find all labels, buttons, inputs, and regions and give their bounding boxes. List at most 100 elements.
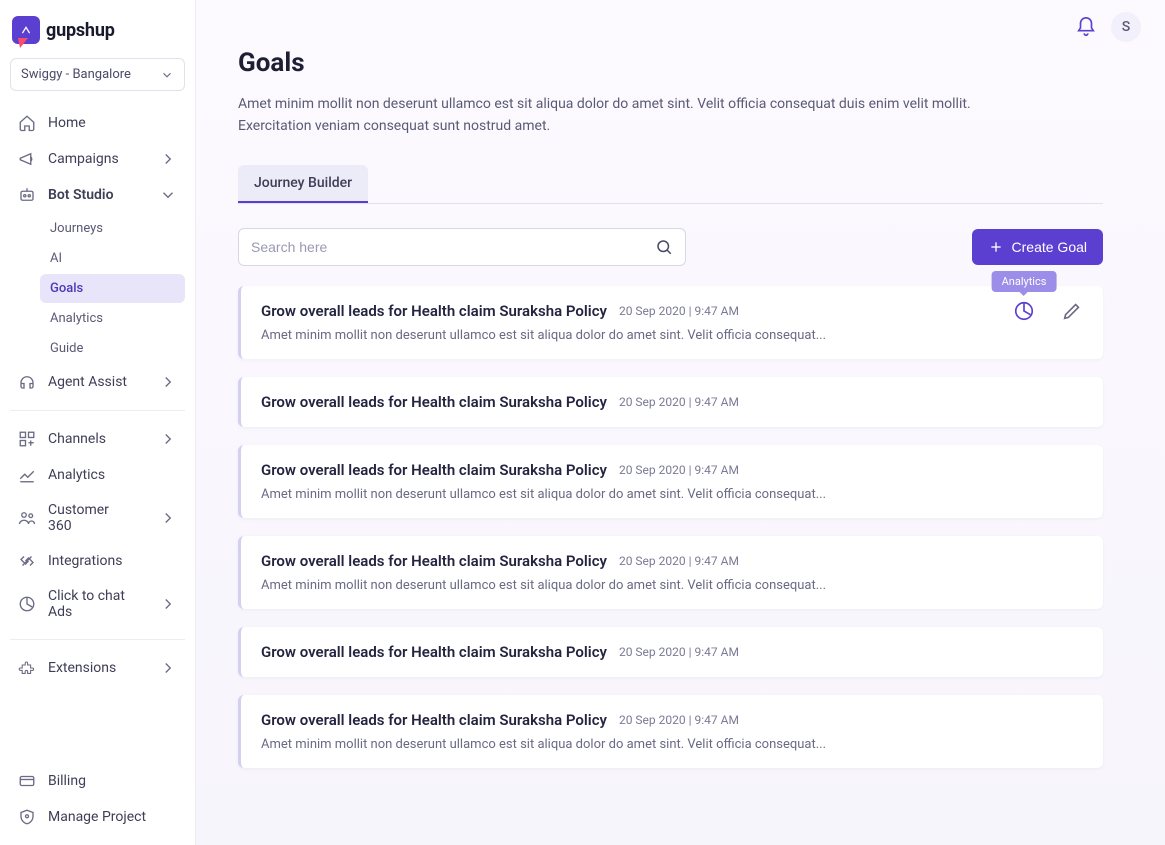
tabs: Journey Builder	[238, 165, 1103, 204]
chart-line-icon	[18, 466, 36, 484]
headset-icon	[18, 373, 36, 391]
goal-card[interactable]: Grow overall leads for Health claim Sura…	[238, 536, 1103, 609]
grid-icon	[18, 430, 36, 448]
goal-description: Amet minim mollit non deserunt ullamco e…	[261, 578, 1083, 593]
chevron-down-icon	[159, 186, 177, 204]
sidebar-item-integrations[interactable]: Integrations	[10, 543, 185, 579]
goal-analytics-button[interactable]: Analytics	[1013, 300, 1035, 322]
sidebar-item-label: Agent Assist	[48, 374, 127, 390]
search-box[interactable]	[238, 228, 686, 266]
sidebar-item-label: Home	[48, 115, 86, 131]
page-title: Goals	[238, 48, 1103, 78]
goal-edit-button[interactable]	[1061, 300, 1083, 322]
goal-timestamp: 20 Sep 2020 | 9:47 AM	[619, 554, 739, 568]
analytics-tooltip: Analytics	[992, 271, 1057, 292]
goal-timestamp: 20 Sep 2020 | 9:47 AM	[619, 304, 739, 318]
goal-timestamp: 20 Sep 2020 | 9:47 AM	[619, 645, 739, 659]
sidebar-item-label: Channels	[48, 431, 106, 447]
org-selector-label: Swiggy - Bangalore	[21, 67, 131, 82]
sidebar: gupshup Swiggy - Bangalore Home Campaign…	[0, 0, 196, 845]
sidebar-item-label: Billing	[48, 773, 86, 789]
goal-card-actions: Analytics	[1013, 300, 1083, 322]
bot-studio-sublist: Journeys AI Goals Analytics Guide	[10, 214, 185, 363]
goal-title: Grow overall leads for Health claim Sura…	[261, 302, 607, 320]
plug-icon	[18, 552, 36, 570]
main-content: S Goals Amet minim mollit non deserunt u…	[196, 0, 1165, 845]
goal-card[interactable]: Grow overall leads for Health claim Sura…	[238, 286, 1103, 359]
sidebar-item-label: Extensions	[48, 660, 116, 676]
goal-timestamp: 20 Sep 2020 | 9:47 AM	[619, 713, 739, 727]
sidebar-item-label: Bot Studio	[48, 187, 114, 203]
sidebar-item-billing[interactable]: Billing	[10, 763, 185, 799]
goal-card[interactable]: Grow overall leads for Health claim Sura…	[238, 377, 1103, 427]
chevron-right-icon	[159, 659, 177, 677]
topbar: S	[1075, 12, 1141, 42]
bot-icon	[18, 186, 36, 204]
goal-title: Grow overall leads for Health claim Sura…	[261, 461, 607, 479]
sidebar-item-manage-project[interactable]: Manage Project	[10, 799, 185, 835]
goal-description: Amet minim mollit non deserunt ullamco e…	[261, 328, 1083, 343]
sidebar-sub-analytics[interactable]: Analytics	[40, 304, 185, 333]
sidebar-sub-journeys[interactable]: Journeys	[40, 214, 185, 243]
user-avatar[interactable]: S	[1111, 12, 1141, 42]
sidebar-item-campaigns[interactable]: Campaigns	[10, 141, 185, 177]
brand-name: gupshup	[46, 20, 115, 41]
pie-icon	[18, 595, 36, 613]
chevron-right-icon	[159, 509, 177, 527]
create-goal-label: Create Goal	[1012, 239, 1087, 255]
search-input[interactable]	[251, 239, 655, 255]
sidebar-item-agent-assist[interactable]: Agent Assist	[10, 364, 185, 400]
users-icon	[18, 509, 36, 527]
brand-mark-icon	[12, 16, 40, 44]
brand-logo: gupshup	[0, 10, 195, 58]
tab-journey-builder[interactable]: Journey Builder	[238, 165, 368, 203]
sidebar-sub-ai[interactable]: AI	[40, 244, 185, 273]
sidebar-sub-goals[interactable]: Goals	[40, 274, 185, 303]
sidebar-item-home[interactable]: Home	[10, 105, 185, 141]
goal-timestamp: 20 Sep 2020 | 9:47 AM	[619, 463, 739, 477]
sidebar-item-label: Manage Project	[48, 809, 146, 825]
card-icon	[18, 772, 36, 790]
home-icon	[18, 114, 36, 132]
sidebar-item-label: Customer 360	[48, 502, 135, 534]
chevron-right-icon	[159, 373, 177, 391]
goal-card[interactable]: Grow overall leads for Health claim Sura…	[238, 627, 1103, 677]
goal-card[interactable]: Grow overall leads for Health claim Sura…	[238, 695, 1103, 768]
sidebar-item-label: Campaigns	[48, 151, 119, 167]
sidebar-item-customer360[interactable]: Customer 360	[10, 493, 185, 543]
sidebar-sub-guide[interactable]: Guide	[40, 334, 185, 363]
goal-timestamp: 20 Sep 2020 | 9:47 AM	[619, 395, 739, 409]
sidebar-item-channels[interactable]: Channels	[10, 421, 185, 457]
goal-title: Grow overall leads for Health claim Sura…	[261, 643, 607, 661]
megaphone-icon	[18, 150, 36, 168]
sidebar-item-label: Integrations	[48, 553, 122, 569]
sidebar-item-extensions[interactable]: Extensions	[10, 650, 185, 686]
sidebar-item-label: Click to chat Ads	[48, 588, 135, 620]
org-selector[interactable]: Swiggy - Bangalore	[10, 58, 185, 91]
divider	[10, 639, 185, 640]
toolbar: Create Goal	[238, 228, 1103, 266]
chevron-right-icon	[159, 595, 177, 613]
goal-description: Amet minim mollit non deserunt ullamco e…	[261, 487, 1083, 502]
sidebar-item-analytics[interactable]: Analytics	[10, 457, 185, 493]
goal-title: Grow overall leads for Health claim Sura…	[261, 552, 607, 570]
notification-bell-icon[interactable]	[1075, 16, 1097, 38]
create-goal-button[interactable]: Create Goal	[972, 229, 1103, 265]
sidebar-item-label: Analytics	[48, 467, 105, 483]
goal-description: Amet minim mollit non deserunt ullamco e…	[261, 737, 1083, 752]
search-icon	[655, 238, 673, 256]
goal-card[interactable]: Grow overall leads for Health claim Sura…	[238, 445, 1103, 518]
plus-icon	[988, 239, 1004, 255]
puzzle-icon	[18, 659, 36, 677]
sidebar-item-bot-studio[interactable]: Bot Studio	[10, 177, 185, 213]
shield-icon	[18, 808, 36, 826]
divider	[10, 410, 185, 411]
chevron-right-icon	[159, 430, 177, 448]
chevron-right-icon	[159, 150, 177, 168]
goal-title: Grow overall leads for Health claim Sura…	[261, 711, 607, 729]
goal-title: Grow overall leads for Health claim Sura…	[261, 393, 607, 411]
chevron-down-icon	[160, 68, 174, 82]
sidebar-item-click-to-chat[interactable]: Click to chat Ads	[10, 579, 185, 629]
goal-list: Grow overall leads for Health claim Sura…	[238, 286, 1103, 808]
page-description: Amet minim mollit non deserunt ullamco e…	[238, 94, 1018, 137]
